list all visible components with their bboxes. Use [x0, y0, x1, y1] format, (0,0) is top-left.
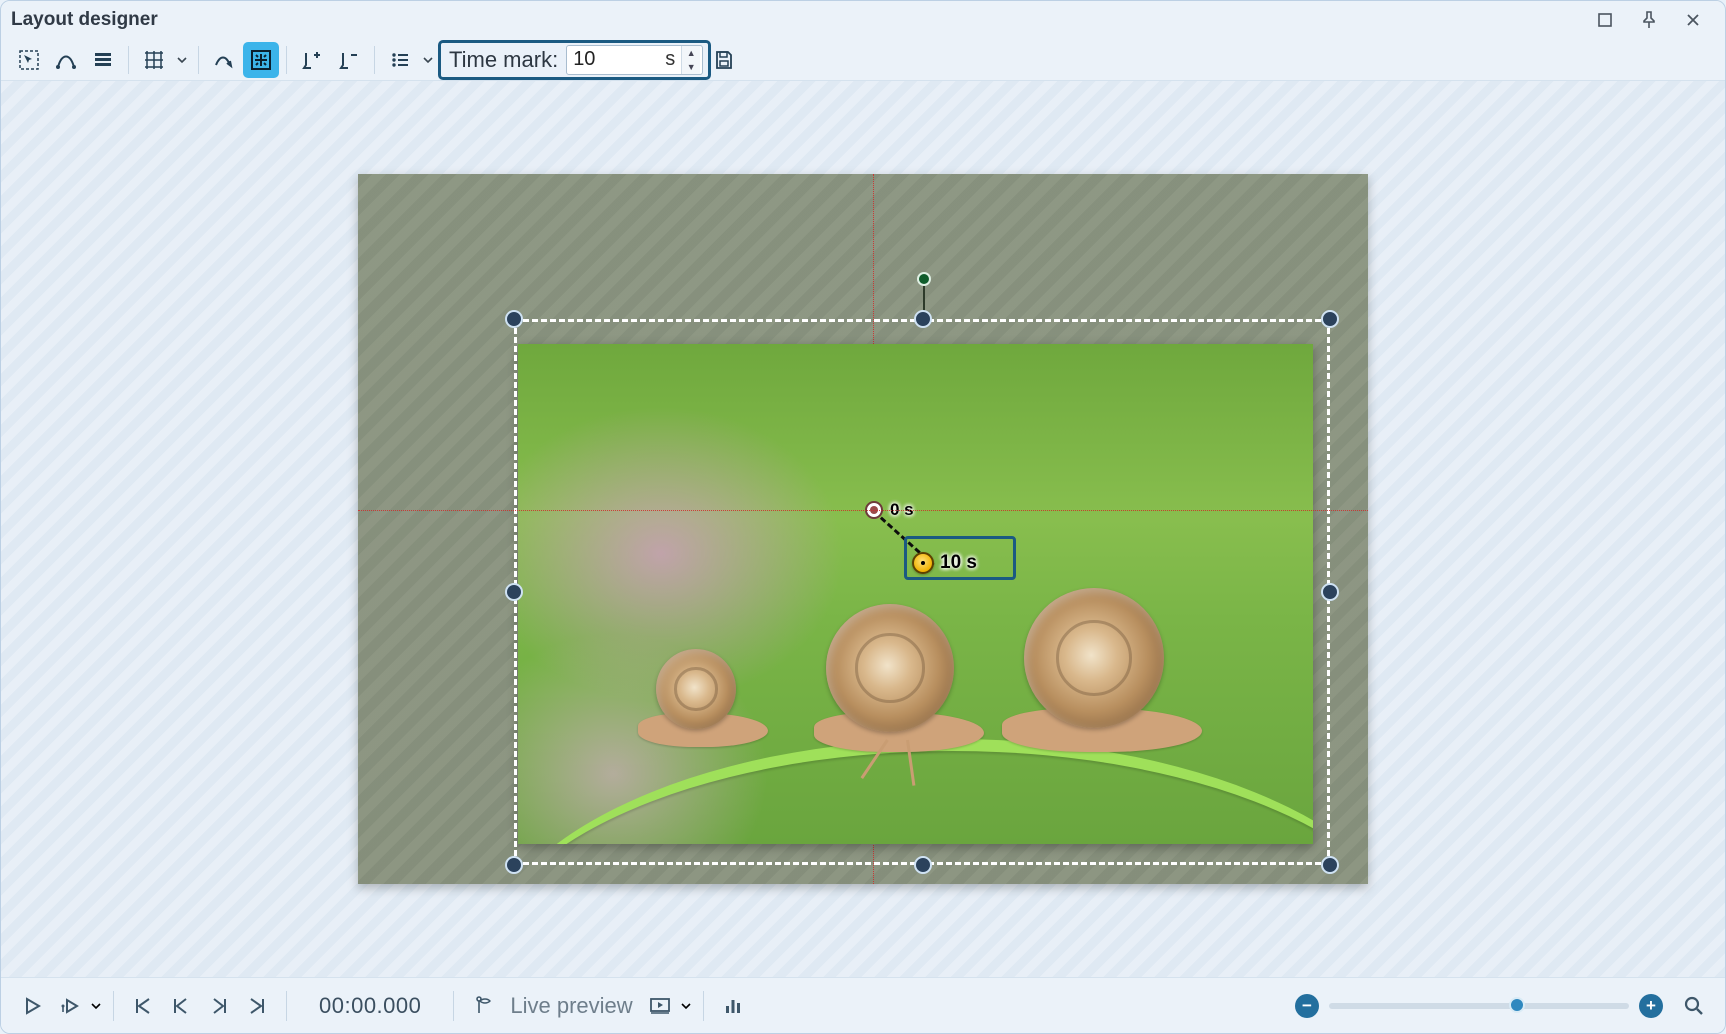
resize-handle-ml[interactable] [505, 583, 523, 601]
resize-handle-bm[interactable] [914, 856, 932, 874]
equalizer-icon[interactable] [716, 988, 750, 1024]
time-mark-unit: s [663, 48, 681, 71]
save-icon[interactable] [706, 42, 742, 78]
stage[interactable]: 0 s 10 s [358, 174, 1368, 884]
top-toolbar: Time mark: s ▲ ▼ [1, 39, 1725, 81]
play-button[interactable] [15, 988, 49, 1024]
zoom-out-button[interactable]: − [1295, 994, 1319, 1018]
stepper-down-icon[interactable]: ▼ [682, 60, 700, 74]
zoom-thumb[interactable] [1509, 997, 1525, 1013]
time-mark-field: s ▲ ▼ [566, 45, 703, 75]
zoom-fit-icon[interactable] [1677, 988, 1711, 1024]
curve-tool-icon[interactable] [48, 42, 84, 78]
go-start-button[interactable] [126, 988, 160, 1024]
list-dropdown-icon[interactable] [419, 42, 437, 78]
live-preview-marker-icon[interactable] [466, 988, 500, 1024]
time-mark-control: Time mark: s ▲ ▼ [438, 40, 711, 80]
separator [113, 991, 114, 1021]
resize-handle-br[interactable] [1321, 856, 1339, 874]
resize-handle-mr[interactable] [1321, 583, 1339, 601]
zoom-in-button[interactable]: + [1639, 994, 1663, 1018]
canvas-area[interactable]: 0 s 10 s [1, 81, 1725, 977]
rotation-handle[interactable] [917, 272, 931, 286]
pin-button[interactable] [1627, 5, 1671, 35]
separator [703, 991, 704, 1021]
add-keyframe-icon[interactable] [294, 42, 330, 78]
remove-keyframe-icon[interactable] [331, 42, 367, 78]
maximize-button[interactable] [1583, 5, 1627, 35]
preview-mode-icon[interactable] [643, 988, 677, 1024]
prev-frame-button[interactable] [164, 988, 198, 1024]
next-frame-button[interactable] [202, 988, 236, 1024]
go-end-button[interactable] [240, 988, 274, 1024]
camera-bounds-icon[interactable] [243, 42, 279, 78]
select-tool-icon[interactable] [11, 42, 47, 78]
grid-tool-icon[interactable] [136, 42, 172, 78]
stepper-up-icon[interactable]: ▲ [682, 46, 700, 60]
layers-tool-icon[interactable] [85, 42, 121, 78]
grid-dropdown-icon[interactable] [173, 42, 191, 78]
zoom-slider[interactable] [1329, 1003, 1629, 1009]
bottom-toolbar: 00:00.000 Live preview − + [1, 977, 1725, 1033]
path-arrow-icon[interactable] [206, 42, 242, 78]
separator [198, 46, 199, 74]
window-title: Layout designer [11, 9, 158, 31]
resize-handle-tr[interactable] [1321, 310, 1339, 328]
separator [286, 46, 287, 74]
separator [453, 991, 454, 1021]
time-mark-stepper: ▲ ▼ [681, 46, 700, 74]
separator [128, 46, 129, 74]
time-mark-label: Time mark: [449, 47, 558, 73]
timecode: 00:00.000 [299, 993, 441, 1019]
play-dropdown-icon[interactable] [91, 1001, 101, 1011]
preview-dropdown-icon[interactable] [681, 1001, 691, 1011]
list-tool-icon[interactable] [382, 42, 418, 78]
resize-handle-bl[interactable] [505, 856, 523, 874]
close-button[interactable] [1671, 5, 1715, 35]
time-mark-input[interactable] [573, 48, 663, 71]
titlebar: Layout designer [1, 1, 1725, 39]
keyframe-1-marker[interactable] [912, 552, 934, 574]
resize-handle-tl[interactable] [505, 310, 523, 328]
play-range-button[interactable] [53, 988, 87, 1024]
separator [286, 991, 287, 1021]
separator [374, 46, 375, 74]
resize-handle-tm[interactable] [914, 310, 932, 328]
zoom-control: − + [1295, 994, 1663, 1018]
image-clip[interactable] [518, 344, 1313, 844]
live-preview-label: Live preview [504, 993, 638, 1019]
